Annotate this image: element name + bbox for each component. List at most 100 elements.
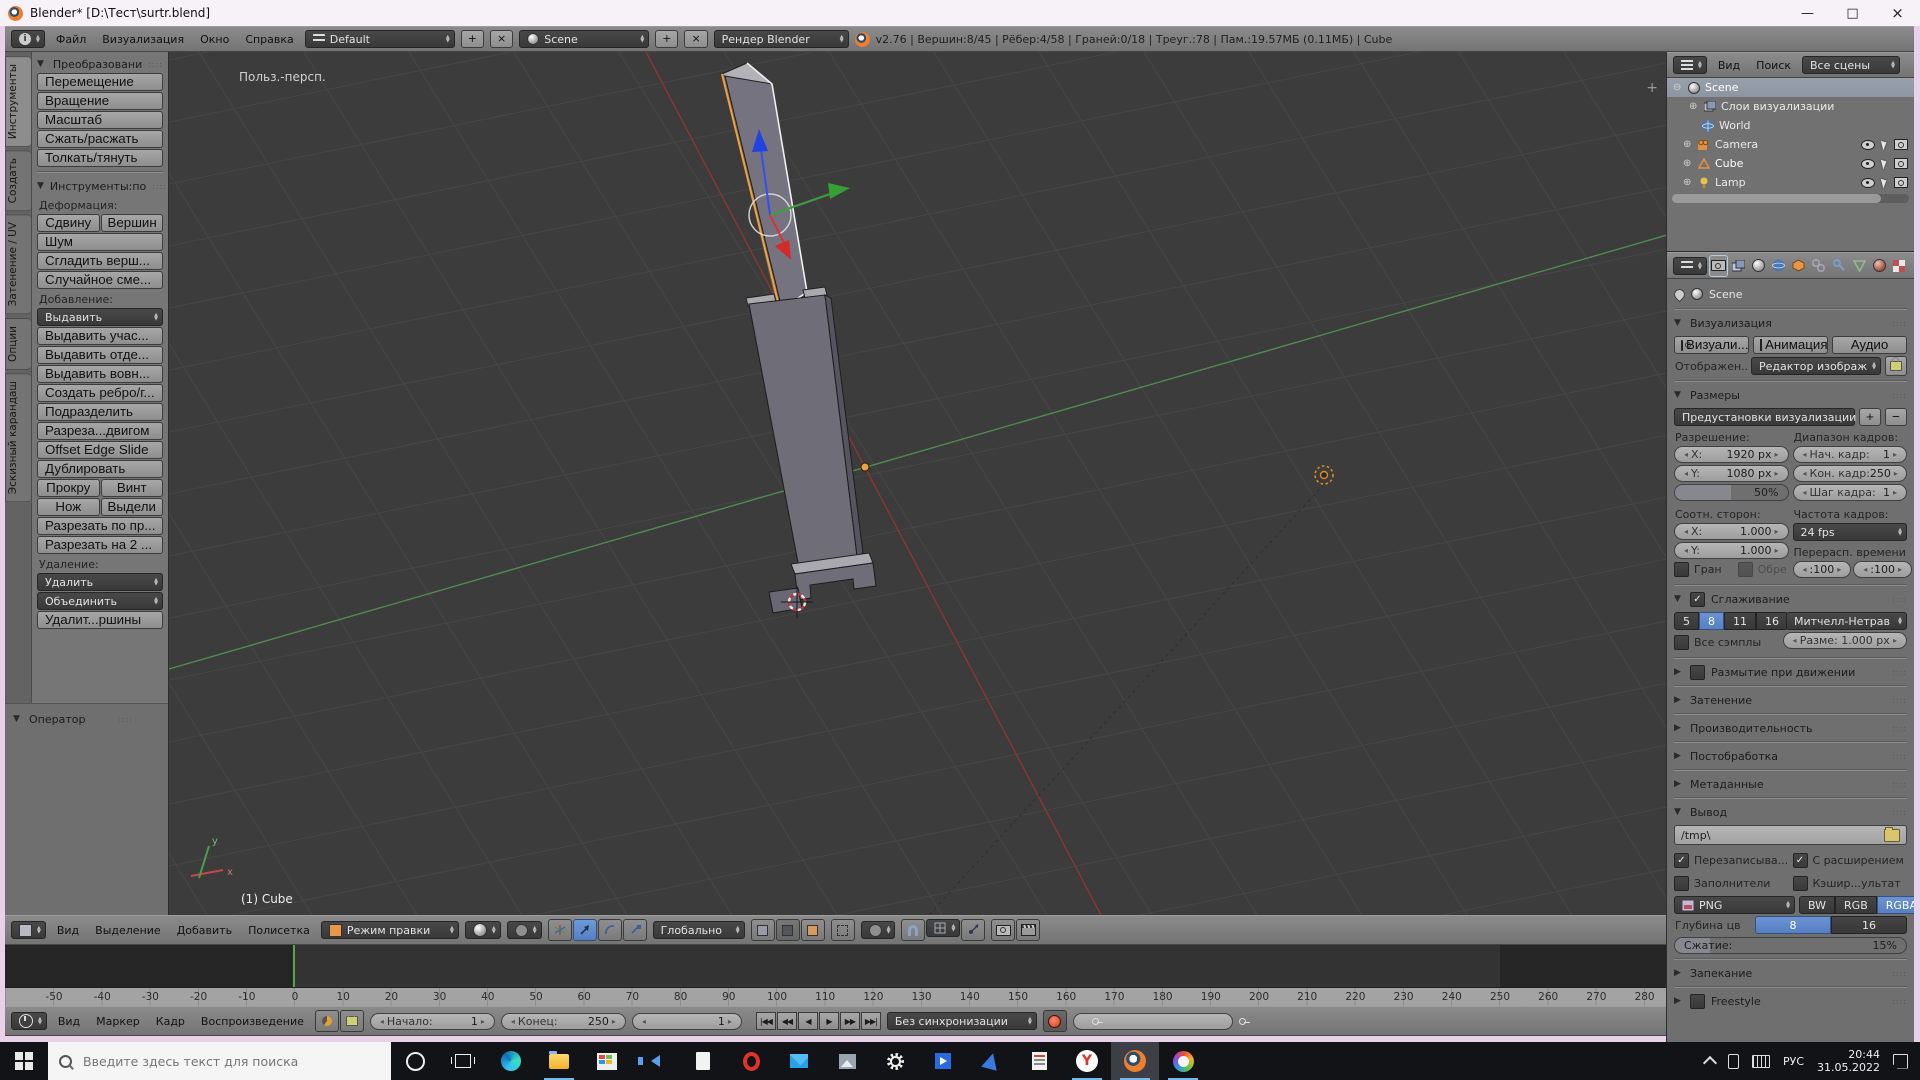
aa-samples-16[interactable]: 16 [1756, 612, 1788, 630]
current-frame-indicator[interactable] [293, 945, 295, 987]
mode-selector[interactable]: Режим правки [321, 921, 459, 939]
section-metadata[interactable]: ▶Метаданные [1674, 775, 1907, 793]
extrude-individual-button[interactable]: Выдавить отде... [37, 346, 163, 364]
editor-type-outliner[interactable] [1673, 56, 1707, 74]
screw-button[interactable]: Винт [101, 479, 164, 497]
smooth-vertex-button[interactable]: Сгладить верш... [37, 252, 163, 270]
placeholders-checkbox[interactable] [1674, 876, 1689, 891]
pivot-point-selector[interactable] [507, 921, 542, 939]
layout-add-button[interactable]: + [461, 30, 484, 48]
tab-object-data[interactable] [1851, 256, 1868, 276]
subdivide-button[interactable]: Подразделить [37, 403, 163, 421]
section-post-processing[interactable]: ▶Постобработка [1674, 747, 1907, 765]
search-input[interactable] [81, 1053, 355, 1070]
cortana-button[interactable] [391, 1042, 439, 1080]
folder-icon[interactable] [1884, 829, 1900, 842]
auto-keyframe-toggle[interactable] [1043, 1010, 1067, 1032]
tab-world[interactable] [1770, 256, 1787, 276]
file-extensions-checkbox[interactable] [1793, 853, 1808, 868]
timeline-view-menu[interactable]: Вид [53, 1014, 85, 1029]
aspect-x-field[interactable]: X:1.000 [1674, 523, 1789, 540]
scene-add-button[interactable]: + [655, 30, 678, 48]
scene-selector[interactable]: Scene [519, 30, 649, 48]
manipulator-axes-toggle[interactable] [548, 919, 572, 941]
selectability-toggle[interactable] [1881, 177, 1888, 188]
section-bake[interactable]: ▶Запекание [1674, 964, 1907, 982]
bisect-button[interactable]: Разрезать на 2 ... [37, 536, 163, 554]
frame-end-field[interactable]: Конец:250 [501, 1013, 626, 1030]
next-keyframe-button[interactable]: ▶▶ [840, 1012, 860, 1030]
face-select-toggle[interactable] [801, 919, 825, 941]
edge-select-toggle[interactable] [776, 919, 800, 941]
region-expand-icon[interactable]: + [1646, 80, 1658, 96]
select-menu[interactable]: Выделение [90, 923, 166, 938]
extrude-inward-button[interactable]: Выдавить вовн... [37, 365, 163, 383]
audio-app-button[interactable] [631, 1042, 679, 1080]
duplicate-button[interactable]: Дублировать [37, 460, 163, 478]
tab-tools[interactable]: Инструменты [5, 56, 31, 147]
vertex-select-toggle[interactable] [751, 919, 775, 941]
visibility-toggle[interactable] [1861, 140, 1875, 150]
cache-result-checkbox[interactable] [1793, 876, 1808, 891]
language-indicator[interactable]: РУС [1783, 1055, 1804, 1068]
clock[interactable]: 20:4431.05.2022 [1817, 1048, 1880, 1074]
offset-edge-slide-button[interactable]: Offset Edge Slide [37, 441, 163, 459]
layout-delete-button[interactable]: × [490, 30, 513, 48]
render-still-button[interactable]: Визуали... [1674, 336, 1749, 354]
vertex-slide-button[interactable]: Вершин [101, 214, 164, 232]
tab-grease-pencil[interactable]: Эскизный карандаш [5, 373, 31, 502]
depth-8[interactable]: 8 [1755, 916, 1831, 934]
merge-dropdown[interactable]: Объединить [37, 592, 163, 610]
edge-button[interactable] [487, 1042, 535, 1080]
resolution-percentage-slider[interactable]: 50% [1674, 484, 1789, 501]
tab-render-layers[interactable] [1730, 256, 1747, 276]
crop-checkbox[interactable] [1738, 562, 1753, 577]
select-button[interactable]: Выдели [101, 498, 164, 516]
editor-type-3dview[interactable] [11, 921, 46, 939]
proportional-edit-selector[interactable] [861, 921, 896, 939]
play-button[interactable]: ▶ [819, 1012, 839, 1030]
lock-interface-toggle[interactable] [1885, 356, 1907, 376]
section-render[interactable]: ▼Визуализация [1674, 314, 1907, 332]
outliner-item-camera[interactable]: ⊕ Camera [1667, 135, 1914, 154]
mail-button[interactable] [775, 1042, 823, 1080]
tab-shading-uv[interactable]: Затенение / UV [5, 214, 31, 314]
remove-doubles-button[interactable]: Удалит...ршины [37, 611, 163, 629]
tab-options[interactable]: Опции [5, 318, 31, 370]
outliner-scrollbar[interactable] [1672, 194, 1909, 203]
file-explorer-button[interactable] [535, 1042, 583, 1080]
use-preview-range-toggle[interactable] [315, 1010, 339, 1032]
tray-expand-icon[interactable] [1703, 1055, 1717, 1069]
resolution-x-field[interactable]: X:1920 px [1674, 446, 1789, 463]
section-motion-blur[interactable]: ▶Размытие при движении [1674, 663, 1907, 681]
spin-button[interactable]: Прокру [37, 479, 100, 497]
section-shading[interactable]: ▶Затенение [1674, 691, 1907, 709]
insert-keyframe-icon[interactable] [1239, 1018, 1246, 1025]
randomize-button[interactable]: Случайное сме... [37, 271, 163, 289]
translate-button[interactable]: Перемещение [37, 73, 163, 91]
knife-button[interactable]: Нож [37, 498, 100, 516]
rotate-manipulator-toggle[interactable] [598, 919, 622, 941]
jump-to-end-button[interactable]: ▶▶| [861, 1012, 881, 1030]
outliner-filter-selector[interactable]: Все сцены [1802, 56, 1900, 74]
add-menu[interactable]: Добавить [172, 923, 237, 938]
outliner-item-lamp[interactable]: ⊕ Lamp [1667, 173, 1914, 192]
renderability-toggle[interactable] [1894, 177, 1908, 188]
outliner-item-render-layers[interactable]: ⊕ Слои визуализации [1667, 97, 1914, 116]
previous-keyframe-button[interactable]: ◀◀ [777, 1012, 797, 1030]
extrude-dropdown[interactable]: Выдавить [37, 308, 163, 326]
overwrite-checkbox[interactable] [1674, 853, 1689, 868]
orientation-selector[interactable]: Глобально [653, 921, 745, 939]
store-button[interactable] [583, 1042, 631, 1080]
scene-delete-button[interactable]: × [684, 30, 707, 48]
shear-button[interactable]: Сдвину [37, 214, 100, 232]
tab-render[interactable] [1710, 256, 1727, 276]
lamp-object[interactable] [1315, 466, 1333, 484]
taskbar-search[interactable] [48, 1042, 391, 1080]
antialiasing-checkbox[interactable] [1690, 592, 1705, 607]
maximize-button[interactable]: □ [1830, 0, 1875, 26]
outliner-search-menu[interactable]: Поиск [1751, 58, 1796, 73]
aa-samples-5[interactable]: 5 [1674, 612, 1699, 630]
scale-manipulator-toggle[interactable] [623, 919, 647, 941]
loop-cut-button[interactable]: Разреза...двигом [37, 422, 163, 440]
